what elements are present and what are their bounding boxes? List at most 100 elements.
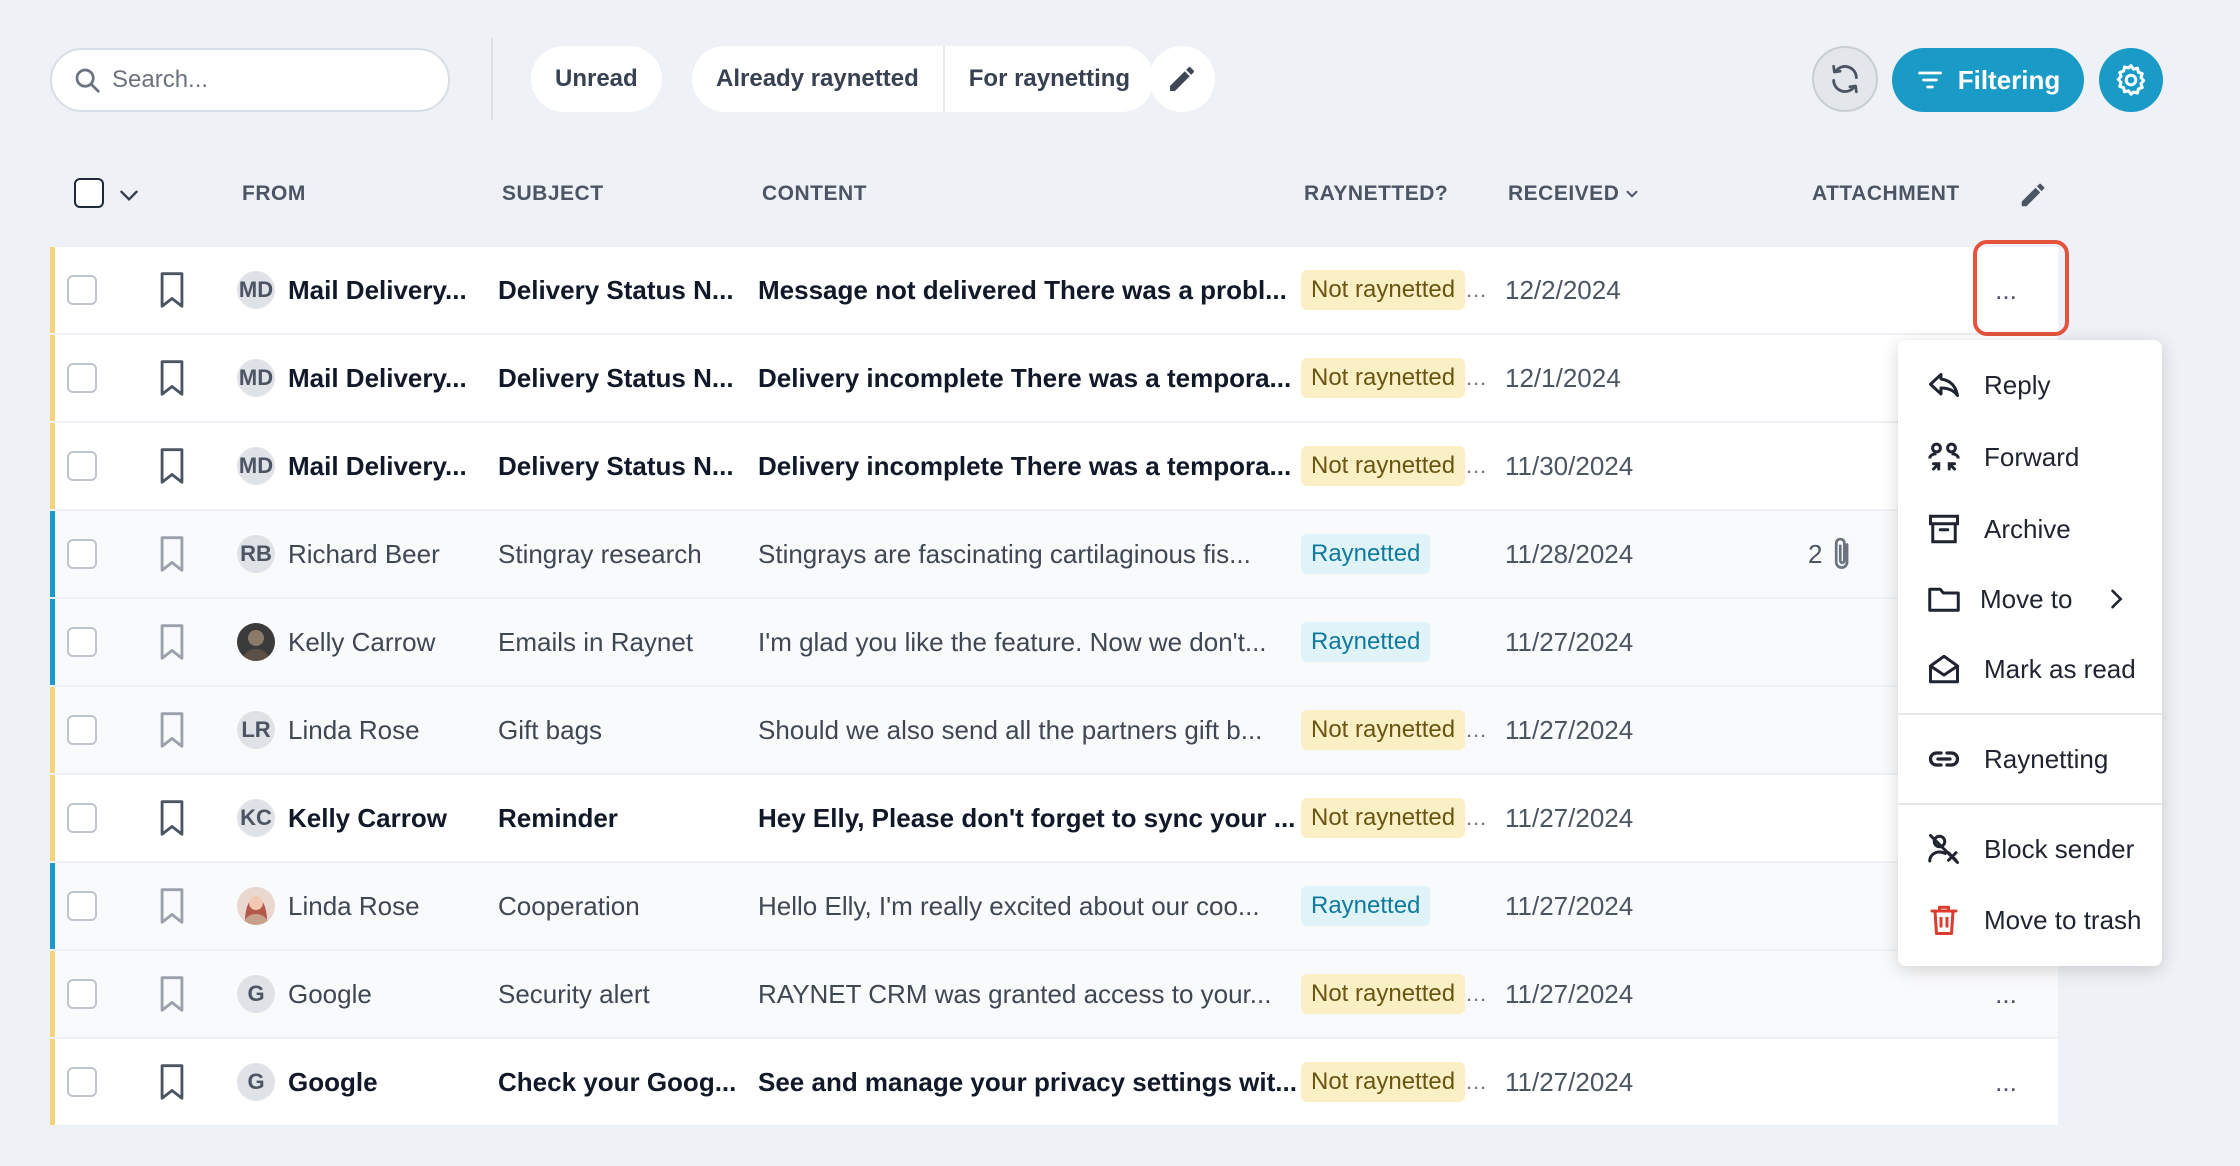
status-badge: Raynetted — [1301, 534, 1431, 574]
from-cell: MD Mail Delivery... — [237, 247, 515, 333]
status-badge: Not raynetted — [1301, 446, 1466, 486]
menu-item-block-sender[interactable]: Block sender — [1898, 815, 2162, 883]
filter-for-raynetting[interactable]: For raynetting — [942, 46, 1154, 112]
from-text: Google — [288, 978, 372, 1009]
col-attachment[interactable]: ATTACHMENT — [1812, 182, 1960, 206]
avatar-initials: G — [247, 981, 265, 1006]
row-checkbox[interactable] — [67, 275, 97, 305]
avatar: KC — [237, 799, 275, 837]
col-content[interactable]: CONTENT — [762, 182, 867, 206]
paperclip-icon[interactable] — [1830, 535, 1856, 573]
filtering-label: Filtering — [1957, 64, 2061, 95]
sync-button[interactable] — [1812, 46, 1878, 112]
row-checkbox[interactable] — [67, 363, 97, 393]
received-cell: 11/27/2024 — [1505, 599, 1725, 685]
menu-item-forward[interactable]: Forward — [1898, 423, 2162, 491]
menu-item-reply[interactable]: Reply — [1898, 351, 2162, 419]
bookmark-icon[interactable] — [155, 710, 189, 750]
col-subject[interactable]: SUBJECT — [502, 182, 604, 206]
table-row[interactable]: LR Linda Rose Gift bags Should we also s… — [50, 687, 2058, 773]
table-row[interactable]: MD Mail Delivery... Delivery Status N...… — [50, 423, 2058, 509]
content-text: RAYNET CRM was granted access to your... — [758, 978, 1272, 1009]
table-row[interactable]: MD Mail Delivery... Delivery Status N...… — [50, 335, 2058, 421]
content-cell: See and manage your privacy settings wit… — [758, 1039, 1318, 1125]
bookmark-icon[interactable] — [155, 534, 189, 574]
search-box[interactable] — [50, 48, 450, 112]
pencil-icon[interactable] — [2018, 180, 2048, 210]
menu-button-highlight — [1973, 240, 2069, 336]
subject-text: Security alert — [498, 978, 650, 1009]
row-checkbox[interactable] — [67, 891, 97, 921]
truncation-ellipsis: … — [1465, 805, 1488, 830]
table-row[interactable]: MD Mail Delivery... Delivery Status N...… — [50, 247, 2058, 333]
row-checkbox[interactable] — [67, 1067, 97, 1097]
content-cell: Delivery incomplete There was a tempora.… — [758, 335, 1318, 421]
row-menu-button[interactable]: ... — [1976, 1039, 2036, 1125]
filter-already-raynetted[interactable]: Already raynetted — [692, 46, 943, 112]
table-row[interactable]: RB Richard Beer Stingray research Stingr… — [50, 511, 2058, 597]
bookmark-icon[interactable] — [155, 358, 189, 398]
row-checkbox-cell — [67, 1039, 97, 1125]
menu-item-move-to-trash[interactable]: Move to trash — [1898, 886, 2162, 954]
menu-item-raynetting[interactable]: Raynetting — [1898, 725, 2162, 793]
search-input[interactable] — [112, 66, 432, 94]
received-date: 12/2/2024 — [1505, 274, 1621, 305]
row-checkbox[interactable] — [67, 451, 97, 481]
select-all-checkbox[interactable] — [74, 178, 104, 208]
content-cell: Delivery incomplete There was a tempora.… — [758, 423, 1318, 509]
table-row[interactable]: Linda Rose Cooperation Hello Elly, I'm r… — [50, 863, 2058, 949]
col-from[interactable]: FROM — [242, 182, 306, 206]
from-text: Linda Rose — [288, 714, 420, 745]
content-cell: Message not delivered There was a probl.… — [758, 247, 1318, 333]
col-received[interactable]: RECEIVED — [1508, 182, 1641, 206]
col-raynetted[interactable]: RAYNETTED? — [1304, 182, 1448, 206]
subject-text: Emails in Raynet — [498, 626, 694, 657]
subject-text: Cooperation — [498, 890, 640, 921]
filtering-button[interactable]: Filtering — [1892, 48, 2084, 112]
row-checkbox[interactable] — [67, 539, 97, 569]
bookmark-icon[interactable] — [155, 1062, 189, 1102]
raynetting-filter-group: Already raynetted For raynetting — [692, 46, 1155, 112]
avatar-photo — [237, 623, 275, 661]
bookmark-icon[interactable] — [155, 270, 189, 310]
table-row[interactable]: Kelly Carrow Emails in Raynet I'm glad y… — [50, 599, 2058, 685]
received-date: 11/27/2024 — [1505, 802, 1634, 833]
table-row[interactable]: G Google Security alert RAYNET CRM was g… — [50, 951, 2058, 1037]
bookmark-icon[interactable] — [155, 622, 189, 662]
received-date: 11/27/2024 — [1505, 890, 1634, 921]
received-cell: 11/27/2024 — [1505, 687, 1725, 773]
received-cell: 12/2/2024 — [1505, 247, 1725, 333]
avatar — [237, 623, 275, 661]
settings-button[interactable] — [2099, 48, 2163, 112]
table-row[interactable]: G Google Check your Goog... See and mana… — [50, 1039, 2058, 1125]
content-text: Delivery incomplete There was a tempora.… — [758, 362, 1292, 393]
from-cell: LR Linda Rose — [237, 687, 515, 773]
chevron-down-icon[interactable] — [116, 182, 142, 208]
menu-item-move-to[interactable]: Move to — [1898, 565, 2162, 633]
edit-filters-button[interactable] — [1149, 46, 1215, 112]
filter-lines-icon — [1917, 71, 1942, 89]
content-cell: Hey Elly, Please don't forget to sync yo… — [758, 775, 1318, 861]
bookmark-cell — [155, 599, 189, 685]
bookmark-icon[interactable] — [155, 886, 189, 926]
filter-unread[interactable]: Unread — [531, 46, 662, 112]
avatar: MD — [237, 359, 275, 397]
from-text: Mail Delivery... — [288, 274, 467, 305]
content-text: I'm glad you like the feature. Now we do… — [758, 626, 1267, 657]
bookmark-icon[interactable] — [155, 446, 189, 486]
received-cell: 11/27/2024 — [1505, 863, 1725, 949]
menu-item-mark-as-read[interactable]: Mark as read — [1898, 635, 2162, 703]
bookmark-icon[interactable] — [155, 974, 189, 1014]
row-checkbox[interactable] — [67, 627, 97, 657]
row-checkbox[interactable] — [67, 803, 97, 833]
filter-unread-label[interactable]: Unread — [531, 46, 662, 112]
row-checkbox[interactable] — [67, 979, 97, 1009]
content-cell: Stingrays are fascinating cartilaginous … — [758, 511, 1318, 597]
row-checkbox[interactable] — [67, 715, 97, 745]
table-row[interactable]: KC Kelly Carrow Reminder Hey Elly, Pleas… — [50, 775, 2058, 861]
menu-item-archive[interactable]: Archive — [1898, 495, 2162, 563]
row-checkbox-cell — [67, 247, 97, 333]
row-checkbox-cell — [67, 951, 97, 1037]
bookmark-icon[interactable] — [155, 798, 189, 838]
status-badge: Not raynetted — [1301, 1062, 1466, 1102]
